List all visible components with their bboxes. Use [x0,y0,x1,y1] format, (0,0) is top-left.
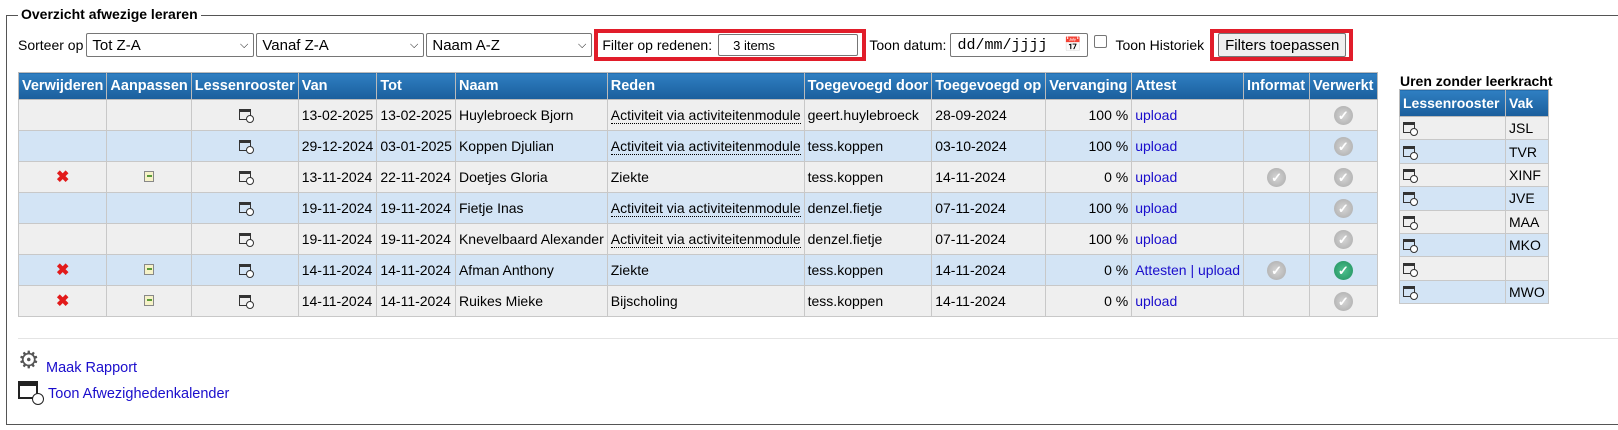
check-icon[interactable]: ✓ [1333,260,1353,280]
table-row: 19-11-2024 19-11-2024 Fietje Inas Activi… [17,192,1378,224]
col-attest[interactable]: Attest [1131,72,1245,100]
reason-filter-label: Filter op redenen: [602,37,713,53]
apply-filters-highlight: Filters toepassen [1210,29,1354,61]
filter-toolbar: Sorteer op Tot Z-A ⌵ Vanaf Z-A ⌵ Naam A-Z ⌵… [18,29,1354,61]
check-icon[interactable]: ✓ [1333,229,1353,249]
schedule-icon[interactable] [1403,239,1418,254]
delete-icon[interactable]: ✖ [56,262,69,279]
fieldset-legend: Overzicht afwezige leraren [18,6,201,22]
delete-icon[interactable]: ✖ [56,293,69,310]
calendar-picker-icon[interactable]: 📅 [1064,37,1081,53]
schedule-icon[interactable] [1403,145,1418,160]
upload-link[interactable]: upload [1135,107,1177,123]
col-reden[interactable]: Reden [606,72,805,100]
table-row: 19-11-2024 19-11-2024 Knevelbaard Alexan… [17,223,1378,255]
schedule-icon[interactable] [238,295,254,309]
check-icon[interactable]: ✓ [1333,105,1353,125]
side-row: JVE [1399,186,1549,211]
reason-filter-highlight: Filter op redenen: 3 items [594,29,867,61]
chevron-down-icon: ⌵ [578,38,587,51]
check-icon[interactable]: ✓ [1333,291,1353,311]
table-row: ✖ 14-11-2024 14-11-2024 Ruikes Mieke Bij… [17,285,1378,317]
sort-label: Sorteer op [18,37,84,53]
upload-link[interactable]: upload [1135,200,1177,216]
sort-select-2[interactable]: Vanaf Z-A ⌵ [256,33,425,57]
upload-link[interactable]: upload [1135,231,1177,247]
side-row: MAA [1399,209,1549,234]
gear-icon: ⚙ [18,347,40,374]
col-toegevoegd-door[interactable]: Toegevoegd door [803,72,933,100]
schedule-icon[interactable] [238,233,254,247]
upload-link[interactable]: upload [1198,262,1240,278]
check-icon[interactable]: ✓ [1333,167,1353,187]
upload-link[interactable]: upload [1135,138,1177,154]
divider [18,338,1618,339]
history-label: Toon Historiek [1115,37,1205,53]
schedule-icon[interactable] [238,109,254,123]
schedule-icon[interactable] [1403,285,1418,300]
side-col-lessenrooster: Lessenrooster [1399,89,1506,117]
history-checkbox[interactable] [1094,34,1108,48]
schedule-icon[interactable] [238,264,254,278]
reason-filter-select[interactable]: 3 items [718,34,859,56]
attesten-link[interactable]: Attesten [1135,262,1186,278]
schedule-icon[interactable] [1403,122,1418,137]
col-aanpassen[interactable]: Aanpassen [106,72,192,100]
side-header-row: Lessenrooster Vak [1399,89,1549,117]
side-col-vak: Vak [1505,89,1549,117]
col-verwijderen[interactable]: Verwijderen [17,72,108,100]
chevron-down-icon: ⌵ [240,38,249,51]
col-naam[interactable]: Naam [454,72,608,100]
side-table-title: Uren zonder leerkracht [1400,73,1553,89]
edit-icon[interactable] [144,295,155,306]
schedule-icon[interactable] [1403,192,1418,207]
table-header-row: Verwijderen Aanpassen Lessenrooster Van … [17,72,1378,100]
col-toegevoegd-op[interactable]: Toegevoegd op [931,72,1047,100]
upload-link[interactable]: upload [1135,293,1177,309]
edit-icon[interactable] [144,264,155,275]
col-lessenrooster[interactable]: Lessenrooster [190,72,299,100]
col-informat[interactable]: Informat [1243,72,1311,100]
delete-icon[interactable]: ✖ [56,169,69,186]
table-row: ✖ 14-11-2024 14-11-2024 Afman Anthony Zi… [17,254,1378,286]
make-report-link[interactable]: Maak Rapport [46,360,137,376]
side-row: TVR [1399,139,1549,164]
check-icon[interactable]: ✓ [1267,260,1287,280]
col-tot[interactable]: Tot [376,72,456,100]
side-row [1399,256,1549,281]
date-input[interactable]: dd/mm/jjjj 📅 [950,33,1089,57]
col-van[interactable]: Van [297,72,378,100]
make-report-row: ⚙ Maak Rapport [18,346,137,377]
sort-select-1[interactable]: Tot Z-A ⌵ [86,33,255,57]
calendar-row: Toon Afwezighedenkalender [18,378,229,405]
schedule-icon[interactable] [1403,262,1418,277]
schedule-icon[interactable] [1403,215,1418,230]
hours-without-teacher-table: Lessenrooster Vak JSL TVR XINF JVE MAA M… [1399,89,1549,305]
schedule-icon[interactable] [238,202,254,216]
table-row: 13-02-2025 13-02-2025 Huylebroeck Bjorn … [17,99,1378,131]
edit-icon[interactable] [144,171,155,182]
check-icon[interactable]: ✓ [1267,167,1287,187]
side-row: MWO [1399,279,1549,305]
table-row: ✖ 13-11-2024 22-11-2024 Doetjes Gloria Z… [17,161,1378,193]
side-row: MKO [1399,232,1549,258]
date-label: Toon datum: [869,37,947,53]
schedule-icon[interactable] [238,140,254,154]
col-vervanging[interactable]: Vervanging [1045,72,1133,100]
check-icon[interactable]: ✓ [1333,198,1353,218]
check-icon[interactable]: ✓ [1333,136,1353,156]
sort-select-3[interactable]: Naam A-Z ⌵ [426,33,593,57]
table-row: 29-12-2024 03-01-2025 Koppen Djulian Act… [17,130,1378,162]
side-row: XINF [1399,162,1549,188]
chevron-down-icon: ⌵ [410,38,419,51]
absence-calendar-link[interactable]: Toon Afwezighedenkalender [48,386,229,402]
side-row: JSL [1399,115,1549,141]
calendar-icon [18,381,44,405]
schedule-icon[interactable] [1403,168,1418,183]
absences-table: Verwijderen Aanpassen Lessenrooster Van … [17,72,1378,317]
col-verwerkt[interactable]: Verwerkt [1309,72,1378,100]
upload-link[interactable]: upload [1135,169,1177,185]
schedule-icon[interactable] [238,171,254,185]
apply-filters-button[interactable]: Filters toepassen [1218,33,1347,57]
